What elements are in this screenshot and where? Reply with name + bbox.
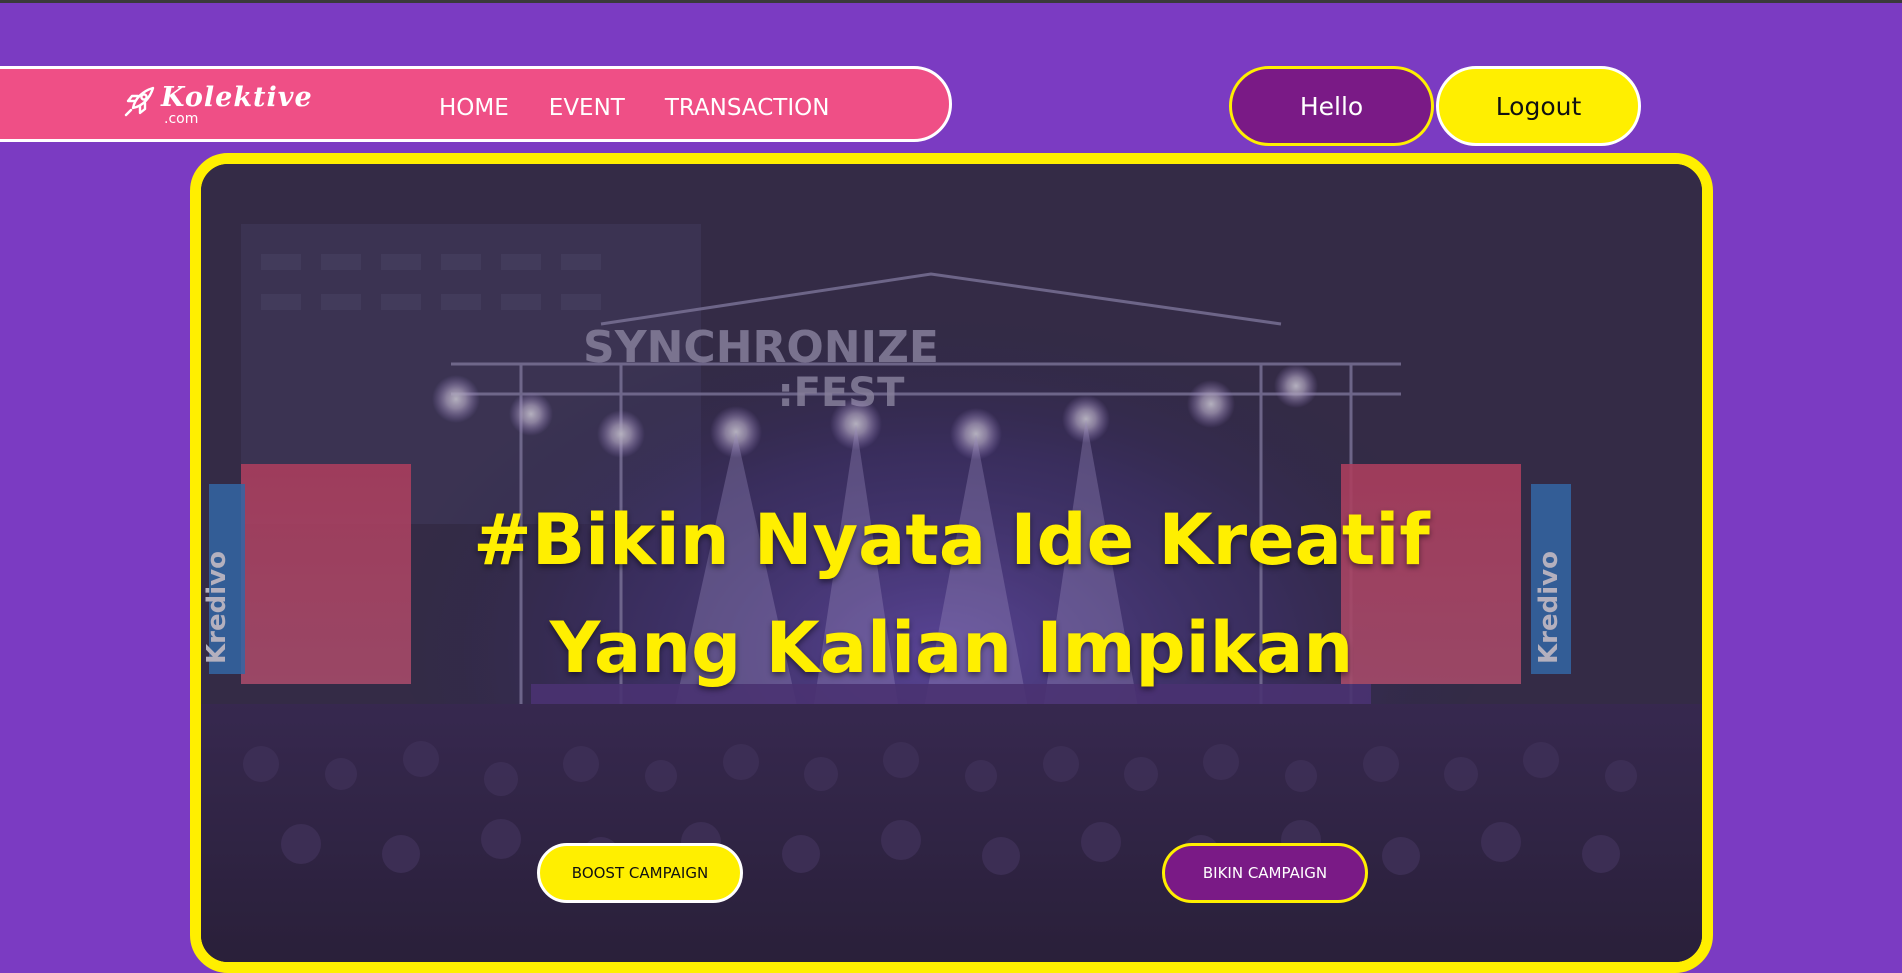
nav-transaction[interactable]: TRANSACTION	[665, 95, 830, 121]
nav-links: HOME EVENT TRANSACTION	[439, 95, 829, 121]
logo-domain: .com	[164, 111, 199, 127]
nav-event[interactable]: EVENT	[549, 95, 625, 121]
top-border-line	[0, 0, 1902, 3]
rocket-icon	[124, 86, 155, 117]
boost-campaign-button[interactable]: BOOST CAMPAIGN	[537, 843, 743, 903]
headline-line-1: #Bikin Nyata Ide Kreatif	[473, 499, 1430, 581]
hello-button[interactable]: Hello	[1229, 66, 1434, 146]
brand-logo[interactable]: Kolektive .com	[123, 84, 313, 126]
logout-button[interactable]: Logout	[1436, 66, 1641, 146]
hero-banner: SYNCHRONIZE :FEST Kredivo Kredivo #Bikin…	[190, 153, 1713, 973]
headline-line-2: Yang Kalian Impikan	[549, 607, 1354, 689]
logo-name: Kolektive	[161, 82, 313, 113]
bikin-campaign-button[interactable]: BIKIN CAMPAIGN	[1162, 843, 1368, 903]
hero-headline: #Bikin Nyata Ide Kreatif Yang Kalian Imp…	[201, 486, 1702, 702]
logo-text: Kolektive .com	[161, 84, 313, 126]
nav-home[interactable]: HOME	[439, 95, 509, 121]
navbar: Kolektive .com HOME EVENT TRANSACTION	[0, 66, 952, 142]
